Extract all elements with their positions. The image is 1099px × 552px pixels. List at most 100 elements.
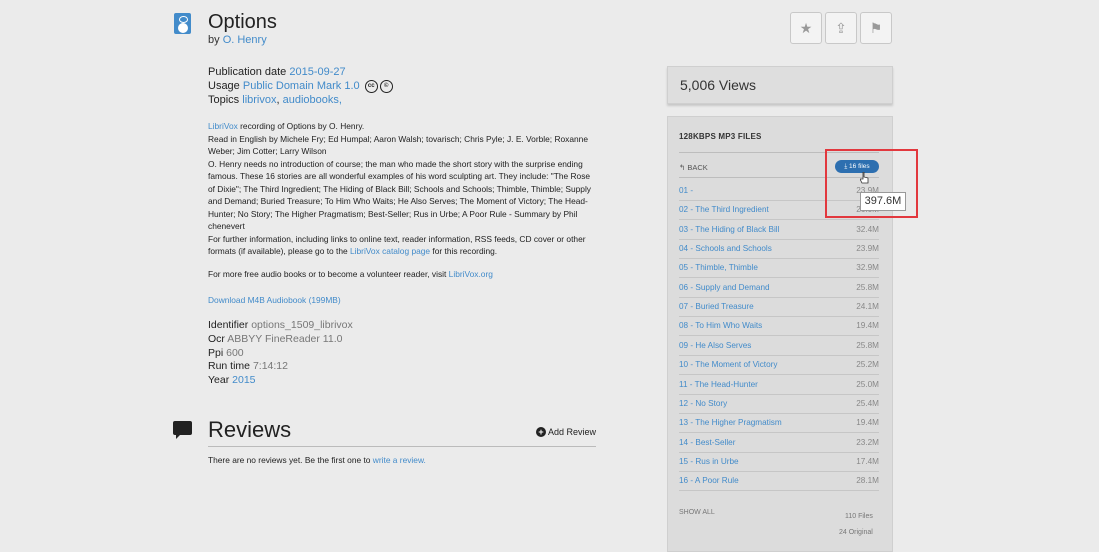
- share-button[interactable]: ⇪: [825, 12, 857, 44]
- catalog-page-link[interactable]: LibriVox catalog page: [350, 246, 430, 256]
- file-row[interactable]: 13 - The Higher Pragmatism 19.4M: [679, 418, 879, 437]
- topic-librivox-link[interactable]: librivox: [242, 94, 276, 106]
- file-name-link[interactable]: 01 -: [679, 186, 693, 195]
- write-review-link[interactable]: write a review.: [373, 455, 426, 465]
- file-row[interactable]: 16 - A Poor Rule 28.1M: [679, 476, 879, 495]
- row-divider: [679, 470, 879, 472]
- file-name-link[interactable]: 05 - Thimble, Thimble: [679, 263, 758, 272]
- file-row[interactable]: 08 - To Him Who Waits 19.4M: [679, 321, 879, 340]
- cc-zero-icon: cc: [364, 79, 378, 93]
- file-row[interactable]: 10 - The Moment of Victory 25.2M: [679, 360, 879, 379]
- total-files: 110 Files: [845, 513, 873, 520]
- usage-label: Usage: [208, 80, 240, 92]
- librivox-org-link[interactable]: LibriVox.org: [449, 269, 493, 279]
- row-divider: [679, 374, 879, 376]
- audio-icon: [174, 13, 191, 34]
- file-size: 25.4M: [856, 398, 879, 408]
- flag-button[interactable]: ⚑: [860, 12, 892, 44]
- public-domain-icon: ©: [379, 79, 393, 93]
- year-link[interactable]: 2015: [232, 374, 255, 386]
- file-name-link[interactable]: 04 - Schools and Schools: [679, 244, 772, 253]
- favorite-button[interactable]: ★: [790, 12, 822, 44]
- desc-info-b: for this recording.: [430, 246, 498, 256]
- file-row[interactable]: 06 - Supply and Demand 25.8M: [679, 283, 879, 302]
- flag-icon: ⚑: [869, 20, 883, 36]
- back-label: BACK: [687, 163, 708, 172]
- reviews-title: Reviews: [208, 417, 292, 442]
- file-size: 25.0M: [856, 379, 879, 389]
- file-row[interactable]: 09 - He Also Serves 25.8M: [679, 341, 879, 360]
- star-icon: ★: [799, 20, 813, 36]
- row-divider: [679, 277, 879, 279]
- file-name-link[interactable]: 11 - The Head-Hunter: [679, 380, 758, 389]
- file-row[interactable]: 05 - Thimble, Thimble 32.9M: [679, 263, 879, 282]
- file-name-link[interactable]: 14 - Best-Seller: [679, 438, 735, 447]
- desc-summary: O. Henry needs no introduction of course…: [208, 158, 591, 232]
- topics-label: Topics: [208, 94, 240, 106]
- usage-link[interactable]: Public Domain Mark 1.0: [243, 80, 360, 92]
- file-name-link[interactable]: 10 - The Moment of Victory: [679, 360, 777, 369]
- file-size: 25.2M: [856, 360, 879, 370]
- file-name-link[interactable]: 07 - Buried Treasure: [679, 302, 754, 311]
- file-name-link[interactable]: 15 - Rus in Urbe: [679, 457, 739, 466]
- row-divider: [679, 490, 879, 492]
- file-size: 17.4M: [856, 456, 879, 466]
- runtime-label: Run time: [208, 360, 251, 373]
- by-prefix: by: [208, 34, 220, 46]
- identifier-block: Identifier options_1509_librivox Ocr ABB…: [208, 319, 353, 388]
- file-row[interactable]: 07 - Buried Treasure 24.1M: [679, 302, 879, 321]
- ocr-value: ABBYY FineReader 11.0: [227, 332, 343, 345]
- row-divider: [679, 296, 879, 298]
- metadata: Publication date 2015-09-27 Usage Public…: [208, 65, 393, 107]
- pub-date-label: Publication date: [208, 66, 287, 78]
- file-name-link[interactable]: 02 - The Third Ingredient: [679, 205, 769, 214]
- file-size: 23.2M: [856, 437, 879, 447]
- topic-audiobooks-link[interactable]: audiobooks,: [283, 94, 342, 106]
- no-reviews-text: There are no reviews yet. Be the first o…: [208, 455, 373, 465]
- year-label: Year: [208, 374, 230, 387]
- plus-circle-icon: +: [536, 427, 546, 437]
- ocr-label: Ocr: [208, 332, 225, 345]
- file-size: 25.8M: [856, 340, 879, 350]
- identifier-value: options_1509_librivox: [251, 319, 353, 331]
- row-divider: [679, 354, 879, 356]
- row-divider: [679, 238, 879, 240]
- back-arrow-icon: ↰: [679, 163, 686, 172]
- row-divider: [679, 316, 879, 318]
- pub-date-link[interactable]: 2015-09-27: [289, 66, 345, 78]
- file-row[interactable]: 15 - Rus in Urbe 17.4M: [679, 457, 879, 476]
- desc-line-1: recording of Options by O. Henry.: [237, 121, 365, 131]
- file-name-link[interactable]: 08 - To Him Who Waits: [679, 321, 762, 330]
- file-row[interactable]: 03 - The Hiding of Black Bill 32.4M: [679, 225, 879, 244]
- download-m4b-link[interactable]: Download M4B Audiobook (199MB): [208, 295, 341, 305]
- views-count: 5,006 Views: [680, 77, 757, 93]
- file-name-link[interactable]: 06 - Supply and Demand: [679, 283, 770, 292]
- hand-cursor-icon: [860, 172, 869, 184]
- back-button[interactable]: ↰ BACK: [679, 163, 708, 172]
- file-row[interactable]: 04 - Schools and Schools 23.9M: [679, 244, 879, 263]
- file-name-link[interactable]: 03 - The Hiding of Black Bill: [679, 225, 779, 234]
- file-size: 19.4M: [856, 321, 879, 331]
- identifier-label: Identifier: [208, 319, 249, 331]
- ppi-label: Ppi: [208, 346, 224, 359]
- file-row[interactable]: 12 - No Story 25.4M: [679, 399, 879, 418]
- row-divider: [679, 258, 879, 260]
- row-divider: [679, 432, 879, 434]
- file-name-link[interactable]: 09 - He Also Serves: [679, 341, 751, 350]
- file-row[interactable]: 11 - The Head-Hunter 25.0M: [679, 380, 879, 399]
- author-link[interactable]: O. Henry: [223, 34, 267, 46]
- file-name-link[interactable]: 12 - No Story: [679, 399, 727, 408]
- librivox-link[interactable]: LibriVox: [208, 121, 238, 131]
- file-size: 24.1M: [856, 302, 879, 312]
- file-row[interactable]: 14 - Best-Seller 23.2M: [679, 438, 879, 457]
- file-size: 19.4M: [856, 418, 879, 428]
- file-name-link[interactable]: 16 - A Poor Rule: [679, 476, 739, 485]
- file-size: 25.8M: [856, 282, 879, 292]
- show-all-link[interactable]: SHOW ALL: [679, 509, 715, 516]
- row-divider: [679, 219, 879, 221]
- speech-bubble-icon: [173, 421, 192, 439]
- file-name-link[interactable]: 13 - The Higher Pragmatism: [679, 418, 782, 427]
- row-divider: [679, 451, 879, 453]
- more-info: For more free audio books or to become a…: [208, 269, 493, 279]
- add-review-button[interactable]: + Add Review: [536, 427, 596, 437]
